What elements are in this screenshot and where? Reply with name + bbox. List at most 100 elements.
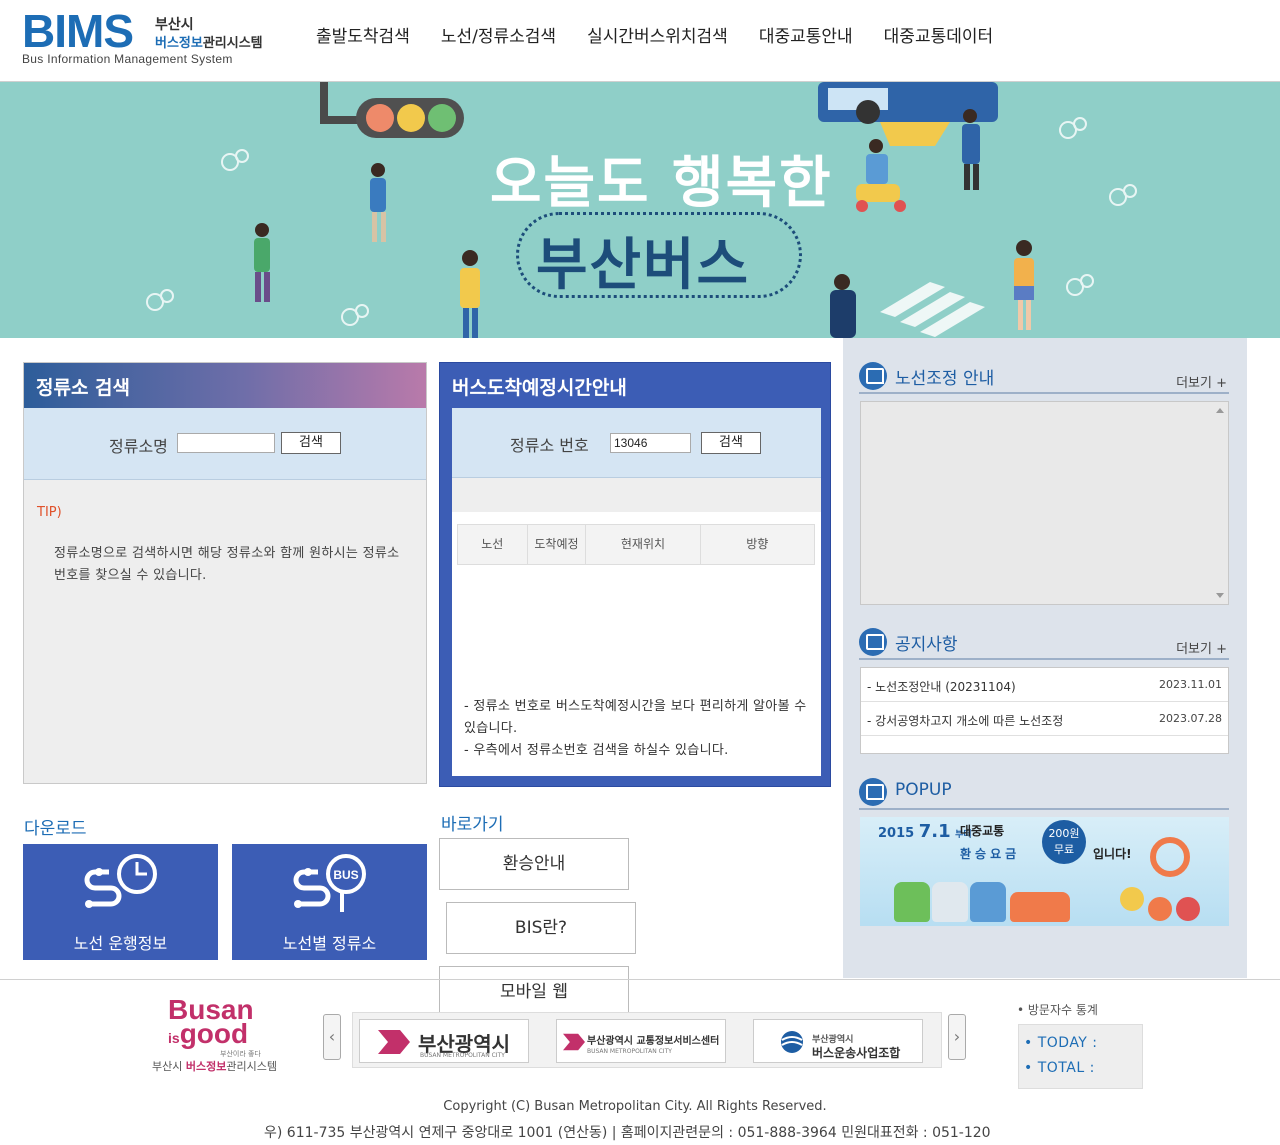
popup-banner[interactable]: 2015 7.1 부터 대중교통 환승요금 200원 무료 입니다!	[860, 817, 1229, 926]
shortcut-what-is-bis[interactable]: BIS란?	[446, 902, 636, 954]
partner-name: 부산광역시 교통정보서비스센터	[587, 1036, 720, 1047]
notice-title: 공지사항	[895, 635, 958, 655]
partner-traffic-info-center[interactable]: 부산광역시 교통정보서비스센터 BUSAN METROPOLITAN CITY	[556, 1019, 726, 1063]
footer-divider	[0, 979, 1280, 980]
footer-sys-blue: 버스정보	[185, 1060, 227, 1073]
main-banner: 오늘도 행복한 부산버스	[0, 82, 1280, 338]
partner-en: BUSAN METROPOLITAN CITY	[420, 1052, 505, 1059]
partner-next-button[interactable]: ›	[948, 1014, 966, 1060]
bus-icon	[859, 362, 887, 390]
logo-system-blue: 버스정보	[155, 36, 203, 51]
logo-english: Bus Information Management System	[22, 52, 233, 66]
stop-search-panel: 정류소 검색 정류소명 검색 TIP) 정류소명으로 검색하시면 해당 정류소와…	[23, 362, 427, 784]
column-route: 노선	[458, 525, 528, 564]
popup-free: 무료	[1053, 843, 1075, 856]
bus-association-logo-icon	[781, 1031, 803, 1053]
popup-title: POPUP	[895, 780, 952, 800]
nav-route-stop-search[interactable]: 노선/정류소검색	[441, 22, 556, 47]
download-route-info-label: 노선 운행정보	[73, 934, 168, 953]
bus-character-white	[932, 882, 968, 922]
scroll-up-icon[interactable]	[1216, 408, 1224, 413]
notice-item-title[interactable]: - 강서공영차고지 개소에 따른 노선조정	[867, 712, 1063, 729]
tip-text: 정류소명으로 검색하시면 해당 정류소와 함께 원하시는 정류소 번호를 찾으실…	[54, 546, 400, 583]
station-icon	[1120, 887, 1144, 911]
popup-line-a: 대중교통	[960, 824, 1005, 838]
arrival-notes: - 정류소 번호로 버스도착예정시간을 보다 편리하게 알아볼 수 있습니다. …	[464, 696, 809, 762]
footer-sys-prefix: 부산시	[152, 1060, 186, 1073]
route-adjust-more-link[interactable]: 더보기 +	[1176, 372, 1227, 391]
logo-system-rest: 관리시스템	[202, 36, 263, 51]
footer-address: 우) 611-735 부산광역시 연제구 중앙대로 1001 (연산동) | 홈…	[264, 1125, 991, 1141]
stop-name-input[interactable]	[177, 433, 275, 453]
nav-public-transport-data[interactable]: 대중교통데이터	[884, 22, 993, 47]
arrival-gap	[452, 478, 821, 512]
scrollbar[interactable]	[1212, 402, 1228, 604]
shortcut-transfer-guide[interactable]: 환승안내	[439, 838, 629, 890]
stats-total: • TOTAL :	[1024, 1060, 1095, 1076]
footer-good: good	[179, 1018, 249, 1049]
route-adjust-header: 노선조정 안내 더보기 +	[859, 362, 1229, 394]
partner-busan-city[interactable]: 부산광역시 BUSAN METROPOLITAN CITY	[359, 1019, 529, 1063]
logo-text: BIMS	[22, 5, 134, 57]
copyright: Copyright (C) Busan Metropolitan City. A…	[443, 1099, 827, 1114]
stop-number-input[interactable]	[610, 433, 691, 453]
tip-title: TIP)	[37, 505, 62, 520]
popup-price: 200원	[1048, 827, 1080, 840]
logo-system: 버스정보관리시스템	[155, 32, 263, 51]
route-adjust-list[interactable]	[860, 401, 1229, 605]
route-adjust-title: 노선조정 안내	[895, 369, 995, 389]
footer-is-good: isgood	[168, 1018, 248, 1050]
partner-name-2: 버스운송사업조합	[812, 1046, 901, 1060]
notice-more-link[interactable]: 더보기 +	[1176, 638, 1227, 657]
arrival-inner: 정류소 번호 검색 노선 도착예정 현재위치 방향 - 정류소 번호로 버스도착…	[452, 408, 821, 776]
nav-realtime-bus-location[interactable]: 실시간버스위치검색	[587, 22, 728, 47]
main-nav: 출발도착검색 노선/정류소검색 실시간버스위치검색 대중교통안내 대중교통데이터	[316, 22, 1024, 47]
notice-list: - 노선조정안내 (20231104) 2023.11.01 - 강서공영차고지…	[860, 667, 1229, 754]
arrival-form: 정류소 번호 검색	[452, 408, 821, 478]
shortcut-mobile-web[interactable]: 모바일 웹	[439, 966, 629, 1018]
stop-name-label: 정류소명	[109, 437, 168, 456]
banner-headline: 오늘도 행복한	[490, 151, 833, 216]
station-icon	[1148, 897, 1172, 921]
nav-public-transport-guide[interactable]: 대중교통안내	[759, 22, 853, 47]
notice-header: 공지사항 더보기 +	[859, 628, 1229, 660]
visitor-stats-title: • 방문자수 통계	[1017, 1003, 1098, 1017]
list-item[interactable]: - 노선조정안내 (20231104) 2023.11.01	[861, 668, 1228, 702]
stop-search-title: 정류소 검색	[36, 377, 131, 399]
stats-today: • TODAY :	[1024, 1035, 1098, 1051]
busan-city-logo-icon	[378, 1030, 410, 1054]
download-title: 다운로드	[24, 819, 87, 839]
partner-en: BUSAN METROPOLITAN CITY	[587, 1048, 672, 1055]
download-route-stops-button[interactable]: BUS 노선별 정류소	[232, 844, 427, 960]
arrival-note-1: - 정류소 번호로 버스도착예정시간을 보다 편리하게 알아볼 수 있습니다.	[464, 699, 807, 736]
bims-logo[interactable]: BIMS 부산시 버스정보관리시스템 Bus Information Manag…	[22, 4, 302, 70]
popup-date-value: 7.1	[918, 821, 951, 842]
download-route-info-button[interactable]: 노선 운행정보	[23, 844, 218, 960]
list-item[interactable]: - 강서공영차고지 개소에 따른 노선조정 2023.07.28	[861, 702, 1228, 736]
arrival-panel: 버스도착예정시간안내 정류소 번호 검색 노선 도착예정 현재위치 방향 - 정…	[439, 362, 831, 787]
notice-item-title[interactable]: - 노선조정안내 (20231104)	[867, 678, 1016, 695]
train-character	[1010, 892, 1070, 922]
column-direction: 방향	[746, 537, 769, 551]
busan-is-good-logo: Busan isgood 부산이라 좋다 부산시 버스정보관리시스템	[150, 994, 290, 1074]
right-sidebar: 노선조정 안내 더보기 + 공지사항 더보기 + - 노선조정안내 (20231…	[843, 338, 1247, 978]
bus-icon	[859, 778, 887, 806]
footer-sys-rest: 관리시스템	[226, 1060, 277, 1073]
popup-price-badge: 200원무료	[1042, 820, 1086, 864]
partner-bus-association[interactable]: 부산광역시 버스운송사업조합	[753, 1019, 923, 1063]
partner-prev-button[interactable]: ‹	[323, 1014, 341, 1060]
bus-character-blue	[970, 882, 1006, 922]
nav-departure-arrival-search[interactable]: 출발도착검색	[316, 22, 410, 47]
bus-badge-text: BUS	[333, 868, 358, 882]
arrival-search-button[interactable]: 검색	[701, 432, 761, 454]
popup-date: 2015 7.1 부터	[878, 821, 972, 842]
arrival-title: 버스도착예정시간안내	[452, 377, 627, 399]
partner-banner-strip: 부산광역시 BUSAN METROPOLITAN CITY 부산광역시 교통정보…	[352, 1012, 942, 1068]
stop-search-form: 정류소명 검색	[24, 408, 426, 480]
scroll-down-icon[interactable]	[1216, 593, 1224, 598]
stop-search-button[interactable]: 검색	[281, 432, 341, 454]
route-clock-icon	[84, 854, 157, 908]
arrival-table-header: 노선 도착예정 현재위치 방향	[457, 524, 815, 565]
popup-header: POPUP	[859, 778, 1229, 810]
route-bus-icon: BUS	[293, 854, 366, 912]
